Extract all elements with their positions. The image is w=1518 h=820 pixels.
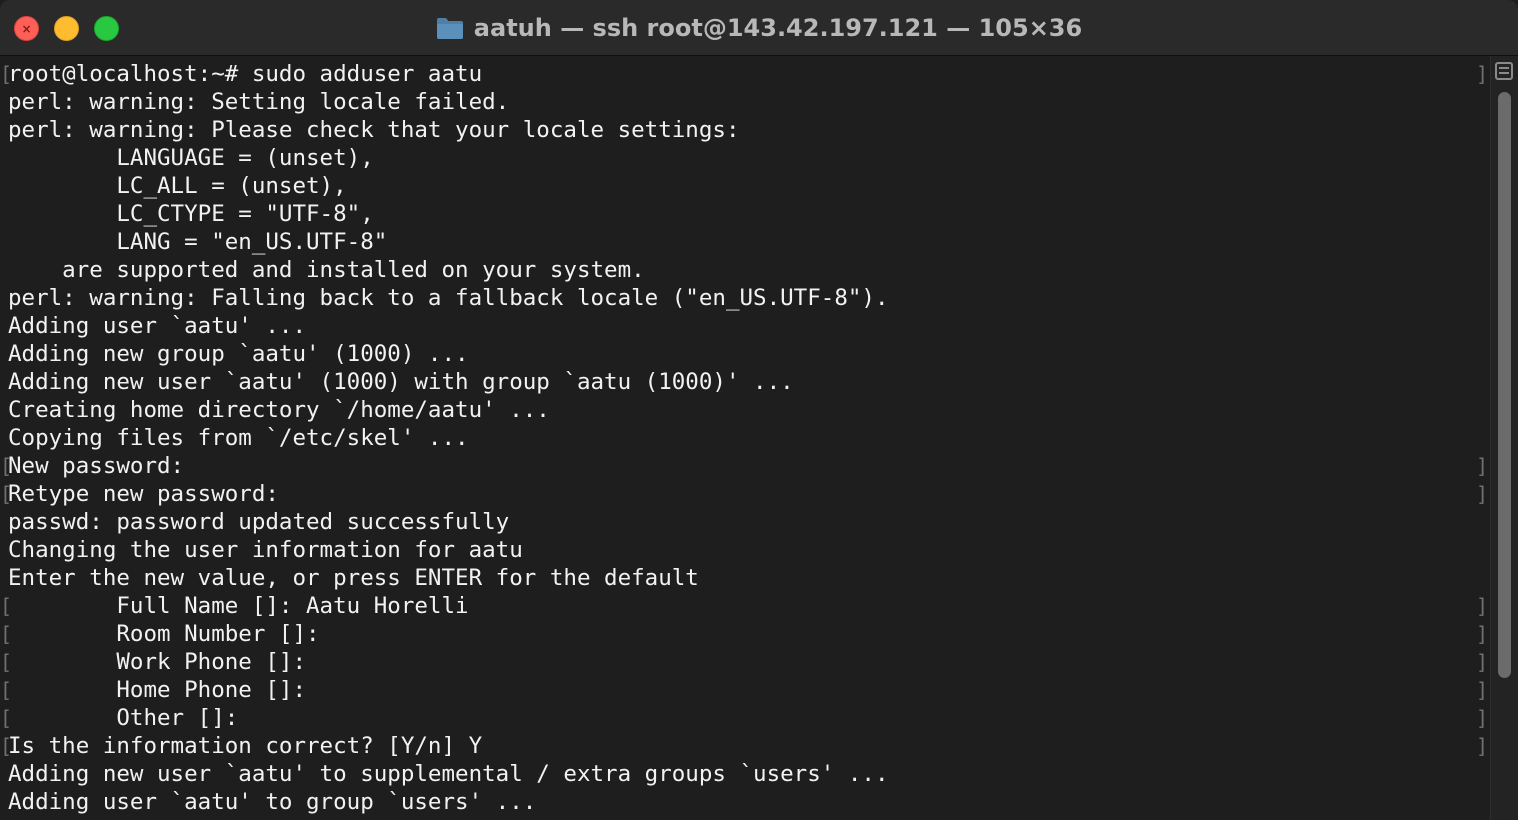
terminal-line: New password: [8,453,185,479]
scrollbar[interactable] [1490,56,1518,820]
line-mark-left: [ [0,678,13,702]
line-mark-right: ] [1476,650,1489,674]
terminal-line: root@localhost:~# sudo adduser aatu [8,61,483,87]
line-mark-right: ] [1476,482,1489,506]
line-mark-right: ] [1476,594,1489,618]
terminal-line: passwd: password updated successfully [8,509,510,535]
terminal-line: LC_ALL = (unset), [8,173,347,199]
terminal-line: Adding user `aatu' ... [8,313,307,339]
scrollbar-thumb[interactable] [1498,92,1511,678]
terminal-line: perl: warning: Please check that your lo… [8,117,740,143]
line-mark-right: ] [1476,734,1489,758]
terminal-line: Work Phone []: [8,649,307,675]
line-mark-left: [ [0,734,13,758]
terminal-line: Full Name []: Aatu Horelli [8,593,469,619]
terminal-line: Is the information correct? [Y/n] Y [8,733,483,759]
line-mark-left: [ [0,622,13,646]
line-mark-right: ] [1476,454,1489,478]
terminal-line: Enter the new value, or press ENTER for … [8,565,699,591]
line-mark-right: ] [1476,706,1489,730]
terminal-window: × aatuh — ssh root@143.42.197.121 — 105×… [0,0,1518,820]
terminal-line: LANG = "en_US.UTF-8" [8,229,388,255]
terminal-line: Adding new user `aatu' to supplemental /… [8,761,889,787]
terminal-line: Retype new password: [8,481,279,507]
terminal-line: Room Number []: [8,621,320,647]
window-title-container: aatuh — ssh root@143.42.197.121 — 105×36 [0,0,1518,56]
terminal-line: Adding new group `aatu' (1000) ... [8,341,469,367]
terminal-line: LANGUAGE = (unset), [8,145,374,171]
terminal-line: Creating home directory `/home/aatu' ... [8,397,550,423]
line-mark-right: ] [1476,678,1489,702]
line-mark-left: [ [0,594,13,618]
terminal-line: LC_CTYPE = "UTF-8", [8,201,374,227]
scroll-menu-icon[interactable] [1495,62,1513,80]
line-mark-left: [ [0,650,13,674]
line-mark-left: [ [0,706,13,730]
terminal-line: Changing the user information for aatu [8,537,523,563]
terminal-line: Other []: [8,705,239,731]
terminal-line: are supported and installed on your syst… [8,257,645,283]
terminal-line: Home Phone []: [8,677,307,703]
line-mark-left: [ [0,62,13,86]
line-mark-right: ] [1476,62,1489,86]
terminal-line: Adding user `aatu' to group `users' ... [8,789,537,815]
terminal-output[interactable]: root@localhost:~# sudo adduser aatu[] per… [0,56,1490,820]
line-mark-left: [ [0,454,13,478]
title-bar[interactable]: × aatuh — ssh root@143.42.197.121 — 105×… [0,0,1518,56]
window-title: aatuh — ssh root@143.42.197.121 — 105×36 [473,14,1083,42]
terminal-line: perl: warning: Setting locale failed. [8,89,510,115]
line-mark-right: ] [1476,622,1489,646]
line-mark-left: [ [0,482,13,506]
terminal-line: Copying files from `/etc/skel' ... [8,425,469,451]
folder-icon [436,16,464,40]
terminal-line: Adding new user `aatu' (1000) with group… [8,369,794,395]
terminal-line: perl: warning: Falling back to a fallbac… [8,285,889,311]
